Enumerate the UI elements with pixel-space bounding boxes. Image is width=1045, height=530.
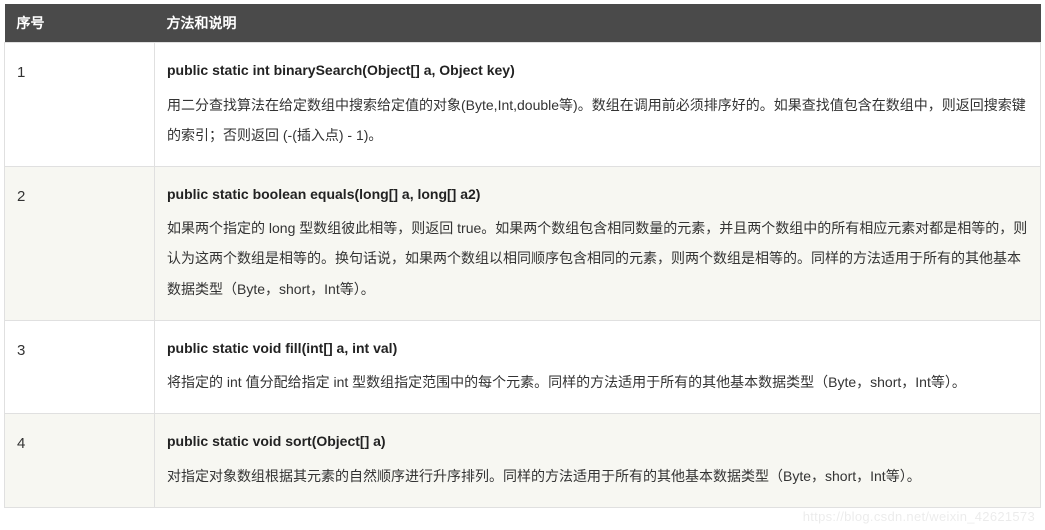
method-description: 将指定的 int 值分配给指定 int 型数组指定范围中的每个元素。同样的方法适… bbox=[167, 374, 966, 390]
method-signature: public static int binarySearch(Object[] … bbox=[167, 57, 1028, 84]
header-index: 序号 bbox=[5, 4, 155, 43]
header-method: 方法和说明 bbox=[155, 4, 1041, 43]
row-index: 2 bbox=[5, 166, 155, 320]
method-description: 用二分查找算法在给定数组中搜索给定值的对象(Byte,Int,double等)。… bbox=[167, 97, 1026, 143]
table-row: 1 public static int binarySearch(Object[… bbox=[5, 43, 1041, 167]
row-method-cell: public static void fill(int[] a, int val… bbox=[155, 320, 1041, 414]
row-index: 4 bbox=[5, 414, 155, 508]
row-method-cell: public static boolean equals(long[] a, l… bbox=[155, 166, 1041, 320]
method-description: 如果两个指定的 long 型数组彼此相等，则返回 true。如果两个数组包含相同… bbox=[167, 220, 1027, 296]
table-row: 3 public static void fill(int[] a, int v… bbox=[5, 320, 1041, 414]
method-signature: public static boolean equals(long[] a, l… bbox=[167, 181, 1028, 208]
row-method-cell: public static int binarySearch(Object[] … bbox=[155, 43, 1041, 167]
method-signature: public static void sort(Object[] a) bbox=[167, 428, 1028, 455]
table-header-row: 序号 方法和说明 bbox=[5, 4, 1041, 43]
method-description: 对指定对象数组根据其元素的自然顺序进行升序排列。同样的方法适用于所有的其他基本数… bbox=[167, 468, 921, 484]
method-signature: public static void fill(int[] a, int val… bbox=[167, 335, 1028, 362]
table-row: 4 public static void sort(Object[] a) 对指… bbox=[5, 414, 1041, 508]
methods-table: 序号 方法和说明 1 public static int binarySearc… bbox=[4, 4, 1041, 508]
row-index: 1 bbox=[5, 43, 155, 167]
table-row: 2 public static boolean equals(long[] a,… bbox=[5, 166, 1041, 320]
watermark-text: https://blog.csdn.net/weixin_42621573 bbox=[803, 509, 1035, 524]
row-method-cell: public static void sort(Object[] a) 对指定对… bbox=[155, 414, 1041, 508]
row-index: 3 bbox=[5, 320, 155, 414]
